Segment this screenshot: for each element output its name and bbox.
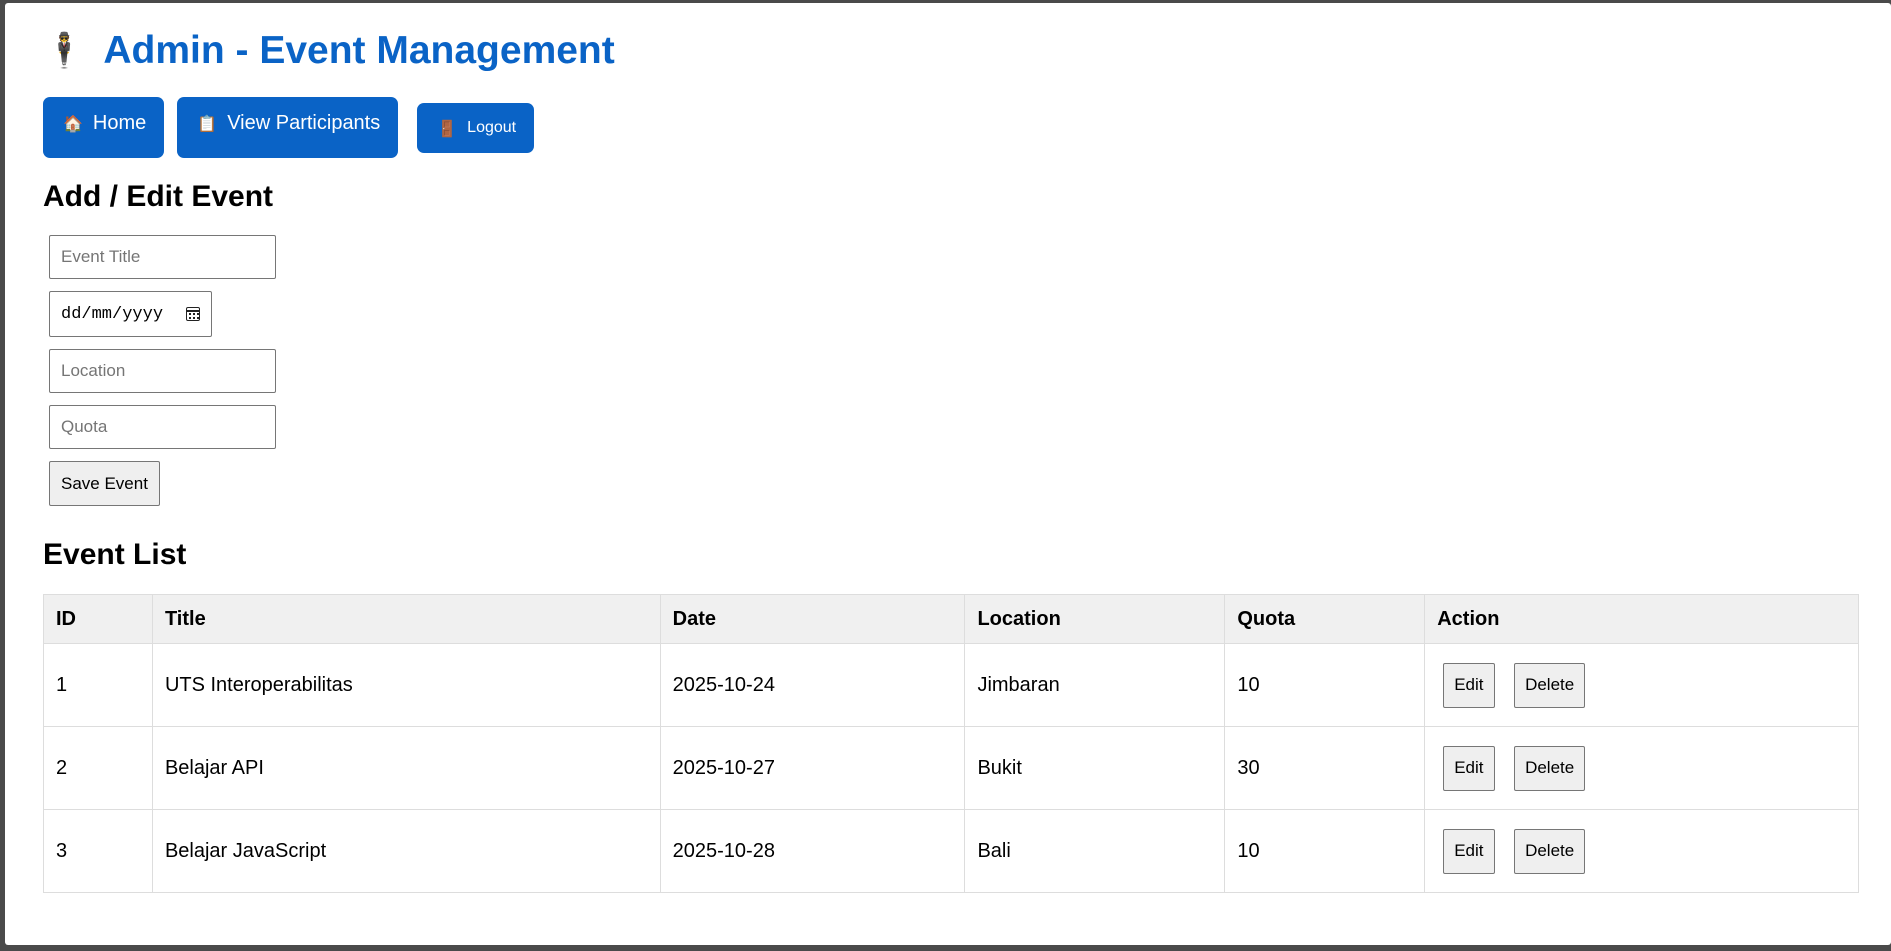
clipboard-icon: 📋: [197, 114, 218, 133]
column-header-quota: Quota: [1224, 594, 1426, 644]
view-participants-button-label: View Participants: [227, 112, 381, 134]
column-header-action: Action: [1424, 594, 1859, 644]
cell-action: Edit Delete: [1424, 643, 1859, 727]
event-title-input[interactable]: [49, 235, 276, 279]
cell-title: Belajar JavaScript: [151, 809, 661, 893]
cell-id: 2: [43, 726, 153, 810]
add-edit-heading: Add / Edit Event: [43, 180, 274, 213]
column-header-date: Date: [659, 594, 966, 644]
cell-quota: 10: [1224, 643, 1426, 727]
event-date-input[interactable]: dd/mm/yyyy: [49, 291, 212, 337]
edit-button[interactable]: Edit: [1443, 662, 1495, 708]
save-event-button[interactable]: Save Event: [49, 461, 160, 506]
quota-input[interactable]: [49, 405, 276, 449]
event-list-heading: Event List: [43, 538, 187, 571]
page-title: 🕴 Admin - Event Management: [43, 27, 1854, 75]
edit-button[interactable]: Edit: [1443, 828, 1495, 874]
table-row: 3 Belajar JavaScript 2025-10-28 Bali 10 …: [43, 809, 1859, 893]
cell-location: Bali: [964, 809, 1226, 893]
page: 🕴 Admin - Event Management 🏠 Home 📋 View…: [5, 3, 1891, 945]
delete-button[interactable]: Delete: [1514, 745, 1586, 791]
cell-location: Bukit: [964, 726, 1226, 810]
door-icon: 🚪: [437, 118, 458, 138]
cell-action: Edit Delete: [1424, 809, 1859, 893]
table-row: 2 Belajar API 2025-10-27 Bukit 30 Edit D…: [43, 726, 1859, 810]
column-header-id: ID: [43, 594, 153, 644]
delete-button[interactable]: Delete: [1514, 828, 1586, 874]
home-button-label: Home: [92, 112, 147, 134]
table-row: 1 UTS Interoperabilitas 2025-10-24 Jimba…: [43, 643, 1859, 727]
cell-location: Jimbaran: [964, 643, 1226, 727]
column-header-location: Location: [964, 594, 1226, 644]
delete-button[interactable]: Delete: [1514, 662, 1586, 708]
cell-date: 2025-10-28: [659, 809, 966, 893]
cell-id: 1: [43, 643, 153, 727]
cell-id: 3: [43, 809, 153, 893]
cell-title: UTS Interoperabilitas: [151, 643, 661, 727]
page-title-text: Admin - Event Management: [103, 29, 615, 72]
table-header-row: ID Title Date Location Quota Action: [43, 594, 1859, 644]
edit-button[interactable]: Edit: [1443, 745, 1495, 791]
event-table: ID Title Date Location Quota Action 1 UT…: [43, 594, 1859, 893]
cell-date: 2025-10-24: [659, 643, 966, 727]
calendar-icon[interactable]: [186, 307, 200, 321]
cell-quota: 30: [1224, 726, 1426, 810]
person-in-suit-icon: 🕴: [43, 31, 86, 71]
date-placeholder: dd/mm/yyyy: [61, 304, 164, 324]
cell-quota: 10: [1224, 809, 1426, 893]
view-participants-button[interactable]: 📋 View Participants: [177, 97, 399, 158]
cell-title: Belajar API: [151, 726, 661, 810]
event-form: dd/mm/yyyy Save Event: [49, 235, 1854, 506]
location-input[interactable]: [49, 349, 276, 393]
house-icon: 🏠: [63, 114, 83, 133]
logout-button-label: Logout: [467, 119, 517, 136]
column-header-title: Title: [151, 594, 661, 644]
home-button[interactable]: 🏠 Home: [43, 97, 165, 158]
logout-button[interactable]: 🚪 Logout: [417, 103, 535, 153]
nav-bar: 🏠 Home 📋 View Participants 🚪 Logout: [43, 97, 1854, 158]
cell-date: 2025-10-27: [659, 726, 966, 810]
cell-action: Edit Delete: [1424, 726, 1859, 810]
